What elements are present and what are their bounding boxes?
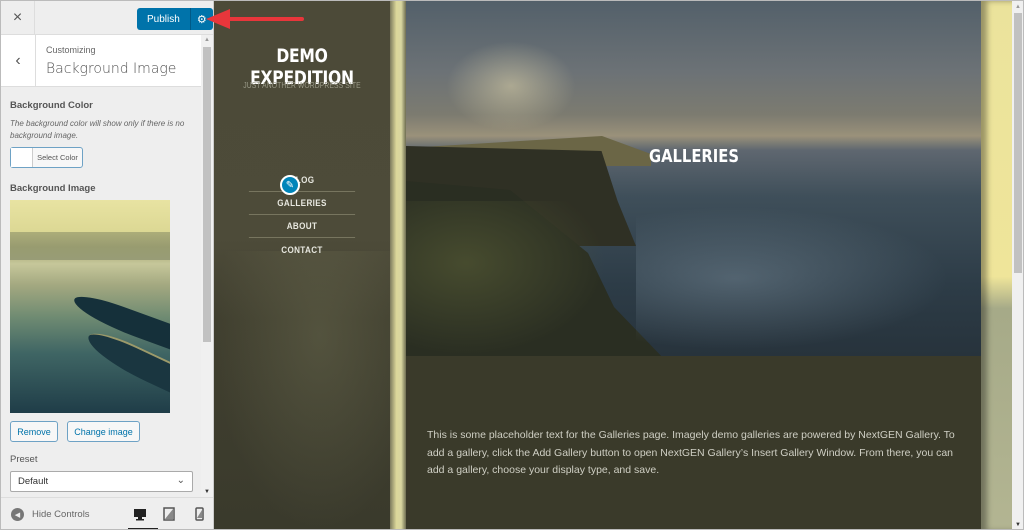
edit-menu-shortcut[interactable]: ✎ xyxy=(280,175,300,195)
preset-select[interactable]: Default ⌄ xyxy=(10,471,193,492)
customizer-header: × Publish ⚙ xyxy=(1,1,213,35)
hide-controls-label: Hide Controls xyxy=(32,509,90,520)
tablet-icon xyxy=(163,507,175,521)
close-customizer-button[interactable]: × xyxy=(1,1,35,35)
controls-panel: Background Color The background color wi… xyxy=(1,87,201,497)
preview-tablet-button[interactable] xyxy=(161,506,177,522)
publish-button-group: Publish ⚙ xyxy=(137,8,213,30)
background-image-preview xyxy=(10,200,170,413)
hero-grass xyxy=(406,201,606,356)
hero-image: GALLERIES xyxy=(406,1,981,356)
preset-label: Preset xyxy=(10,454,38,465)
background-color-label: Background Color xyxy=(10,100,93,111)
page-title: GALLERIES xyxy=(648,146,739,167)
site-navigation: BLOG GALLERIES ABOUT CONTACT xyxy=(243,169,361,261)
pencil-icon: ✎ xyxy=(285,179,295,191)
background-strip xyxy=(981,1,1012,529)
site-tagline: JUST ANOTHER WORDPRESS SITE xyxy=(243,81,361,90)
scrollbar-thumb[interactable] xyxy=(203,47,211,342)
preview-scrollbar[interactable]: ▲ ▼ xyxy=(1012,1,1023,529)
preview-desktop-button[interactable] xyxy=(128,506,158,529)
scroll-down-icon[interactable]: ▼ xyxy=(1015,522,1021,528)
chevron-left-icon: ‹ xyxy=(15,52,21,69)
chevron-down-icon: ⌄ xyxy=(176,475,185,486)
desktop-icon xyxy=(134,508,146,520)
back-button[interactable]: ‹ xyxy=(1,35,36,87)
hide-controls-button[interactable]: ◀ Hide Controls xyxy=(11,508,90,521)
customizer-footer: ◀ Hide Controls xyxy=(1,497,213,529)
mobile-icon xyxy=(194,507,204,521)
select-color-button[interactable]: Select Color xyxy=(10,147,83,168)
collapse-icon: ◀ xyxy=(11,508,24,521)
preset-value: Default xyxy=(18,476,49,487)
background-color-description: The background color will show only if t… xyxy=(10,119,185,140)
nav-item-galleries[interactable]: GALLERIES xyxy=(248,192,356,215)
hero-surf xyxy=(636,201,966,356)
site-preview: DEMO EXPEDITION JUST ANOTHER WORDPRESS S… xyxy=(214,1,1012,529)
close-icon: × xyxy=(12,9,23,26)
nav-item-blog[interactable]: BLOG xyxy=(248,169,356,192)
page-body-text: This is some placeholder text for the Ga… xyxy=(427,429,955,476)
nav-item-about[interactable]: ABOUT xyxy=(248,215,356,238)
select-color-label: Select Color xyxy=(37,153,78,162)
scrollbar-thumb[interactable] xyxy=(1014,13,1022,273)
background-image-label: Background Image xyxy=(10,183,96,194)
scroll-down-icon[interactable]: ▼ xyxy=(204,489,210,495)
hero-sun xyxy=(446,41,576,131)
customizer-sidebar: × Publish ⚙ ‹ Customizing Background Ima… xyxy=(1,1,213,529)
site-header-column: DEMO EXPEDITION JUST ANOTHER WORDPRESS S… xyxy=(214,1,390,529)
scroll-up-icon[interactable]: ▲ xyxy=(1015,4,1021,10)
section-header: ‹ Customizing Background Image xyxy=(1,35,201,87)
annotation-arrow-icon xyxy=(206,9,304,29)
scroll-up-icon[interactable]: ▲ xyxy=(204,37,210,43)
page-content: GALLERIES This is some placeholder text … xyxy=(406,1,981,529)
customizer-window: × Publish ⚙ ‹ Customizing Background Ima… xyxy=(0,0,1024,530)
breadcrumb: Customizing xyxy=(46,45,96,55)
nav-item-contact[interactable]: CONTACT xyxy=(249,238,355,261)
background-strip xyxy=(390,1,406,529)
color-swatch xyxy=(11,148,33,167)
fog-overlay xyxy=(214,251,390,529)
change-image-button[interactable]: Change image xyxy=(67,421,140,442)
thumb-trees xyxy=(10,232,170,260)
publish-button[interactable]: Publish xyxy=(137,8,191,30)
sidebar-scrollbar[interactable]: ▲ ▼ xyxy=(201,35,213,497)
section-title: Background Image xyxy=(46,61,177,77)
remove-image-button[interactable]: Remove xyxy=(10,421,58,442)
preview-mobile-button[interactable] xyxy=(191,506,207,522)
